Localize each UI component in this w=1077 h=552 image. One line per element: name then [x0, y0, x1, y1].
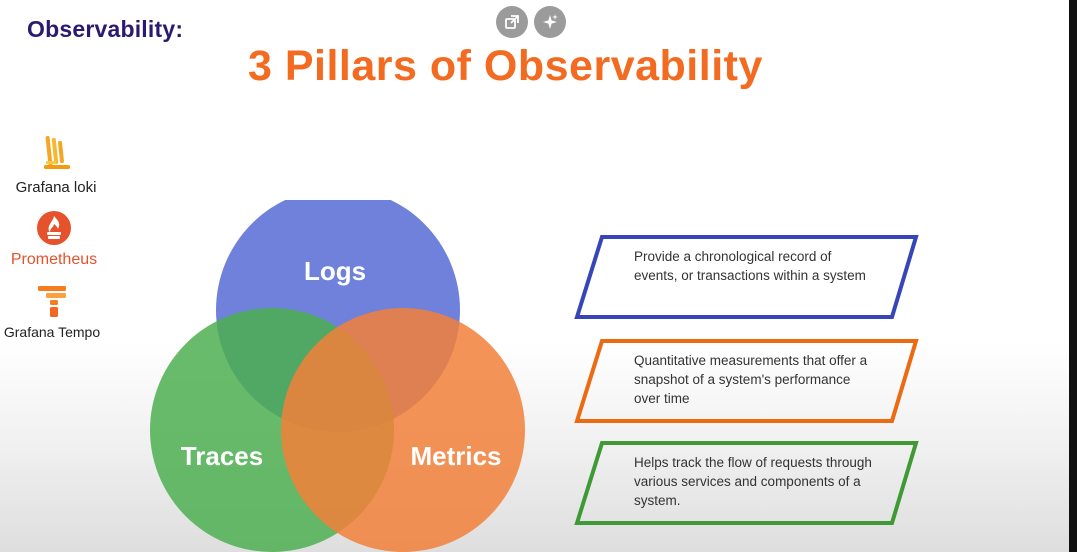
- page-title: 3 Pillars of Observability: [248, 42, 763, 90]
- overlay-toolbar: [496, 6, 566, 38]
- grafana-loki-label: Grafana loki: [15, 179, 97, 196]
- metrics-description-card: Quantitative measurements that offer a s…: [572, 337, 922, 427]
- section-heading: Observability:: [27, 16, 184, 42]
- prometheus-logo: Prometheus: [2, 210, 106, 269]
- sparkle-icon[interactable]: [534, 6, 566, 38]
- grafana-tempo-label: Grafana Tempo: [3, 324, 101, 340]
- logs-description-card: Provide a chronological record of events…: [572, 233, 922, 323]
- open-external-icon[interactable]: [496, 6, 528, 38]
- prometheus-icon: [37, 211, 71, 245]
- traces-description-card: Helps track the flow of requests through…: [572, 439, 922, 529]
- prometheus-label: Prometheus: [10, 251, 98, 268]
- metrics-circle: [281, 308, 525, 552]
- grafana-loki-icon: [44, 136, 70, 169]
- traces-label: Traces: [181, 441, 263, 471]
- right-edge-border: [1069, 0, 1077, 552]
- traces-description: Helps track the flow of requests through…: [634, 455, 872, 508]
- grafana-loki-logo: Grafana loki: [10, 134, 102, 196]
- logs-description: Provide a chronological record of events…: [634, 249, 866, 283]
- pillars-venn-diagram: Logs Traces Metrics: [150, 200, 525, 552]
- grafana-tempo-logo: Grafana Tempo: [0, 285, 104, 340]
- metrics-description: Quantitative measurements that offer a s…: [634, 353, 868, 406]
- grafana-tempo-icon: [38, 286, 66, 317]
- logs-label: Logs: [304, 256, 366, 286]
- metrics-label: Metrics: [410, 441, 501, 471]
